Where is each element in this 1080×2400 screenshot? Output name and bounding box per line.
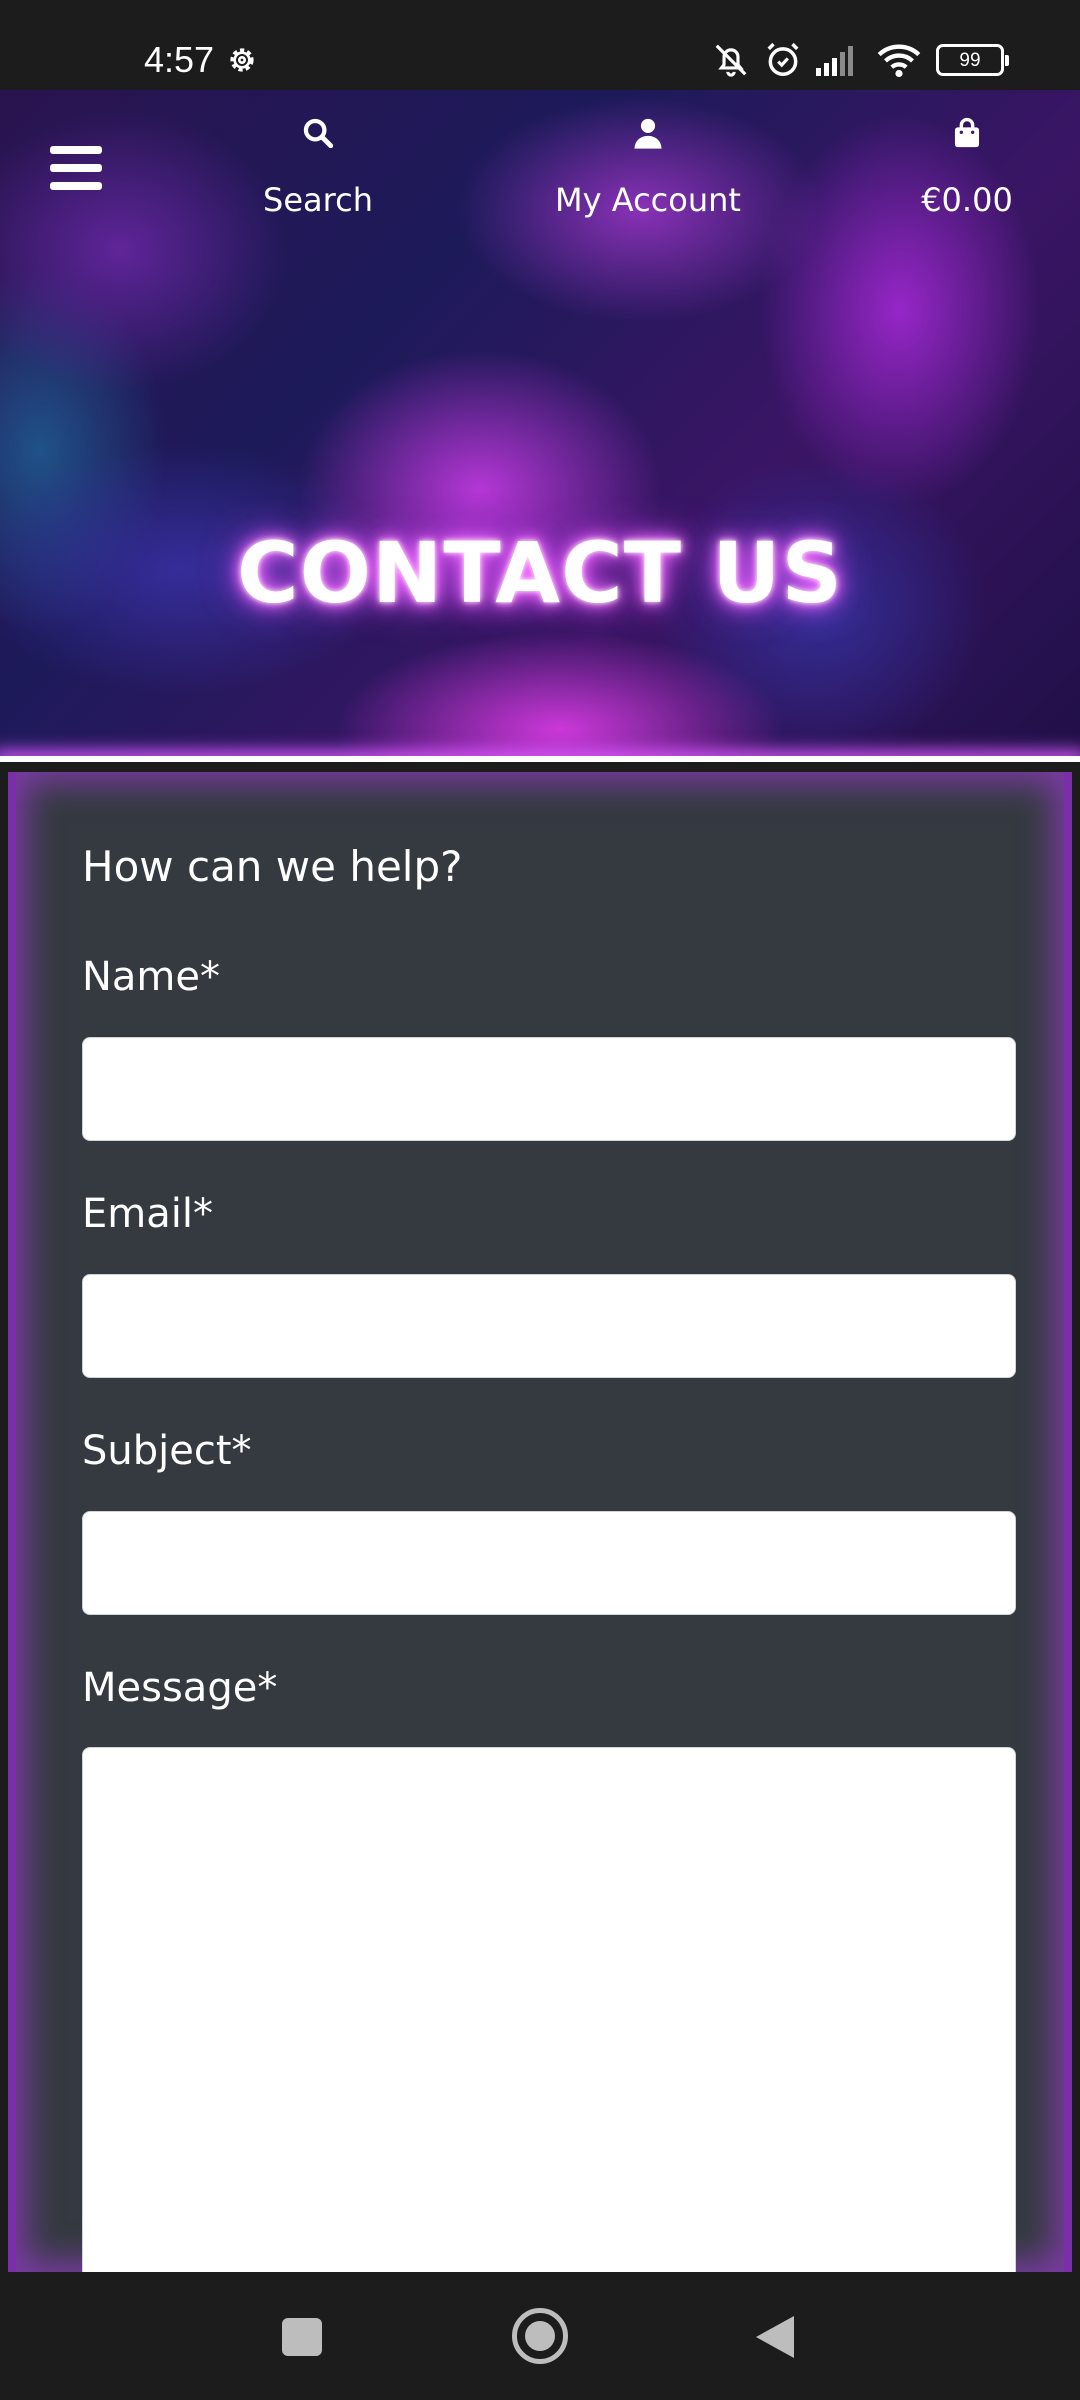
nav-my-account-label: My Account [555,181,741,219]
gear-icon [230,48,254,72]
status-icons: 99 [712,36,1009,84]
alarm-icon [767,42,799,76]
cart-total: €0.00 [921,181,1013,219]
hero-divider [0,756,1080,762]
hero-banner: Search My Account €0.00 CONTACT US [0,90,1080,762]
contact-form-frame: How can we help? Name* Email* Subject* M… [8,772,1072,2307]
battery-icon: 99 [936,44,1009,76]
recents-icon[interactable] [282,2318,322,2356]
shopping-bag-icon [954,117,980,148]
battery-level: 99 [959,49,981,71]
system-nav-bar [0,2272,1080,2400]
home-icon[interactable] [512,2308,568,2364]
email-field[interactable] [82,1274,1016,1378]
name-label: Name* [82,954,221,1000]
status-bar: 4:57 99 [0,0,1080,90]
subject-field[interactable] [82,1511,1016,1615]
status-time: 4:57 [144,39,215,80]
message-field[interactable] [82,1747,1016,2307]
nav-search[interactable]: Search [262,116,374,220]
contact-form: How can we help? Name* Email* Subject* M… [16,772,1064,2307]
bell-off-icon [715,44,747,77]
user-icon [634,118,662,149]
name-field[interactable] [82,1037,1016,1141]
nav-my-account[interactable]: My Account [548,116,748,220]
form-heading: How can we help? [82,842,463,891]
wifi-icon [877,44,921,78]
back-icon[interactable] [756,2316,794,2358]
menu-icon[interactable] [50,146,102,190]
nav-search-label: Search [263,181,373,219]
email-label: Email* [82,1191,213,1237]
subject-label: Subject* [82,1428,252,1474]
page-title: CONTACT US [236,524,844,622]
message-label: Message* [82,1665,278,1711]
signal-icon [816,46,853,76]
nav-cart[interactable]: €0.00 [910,116,1024,220]
search-icon [303,118,334,149]
